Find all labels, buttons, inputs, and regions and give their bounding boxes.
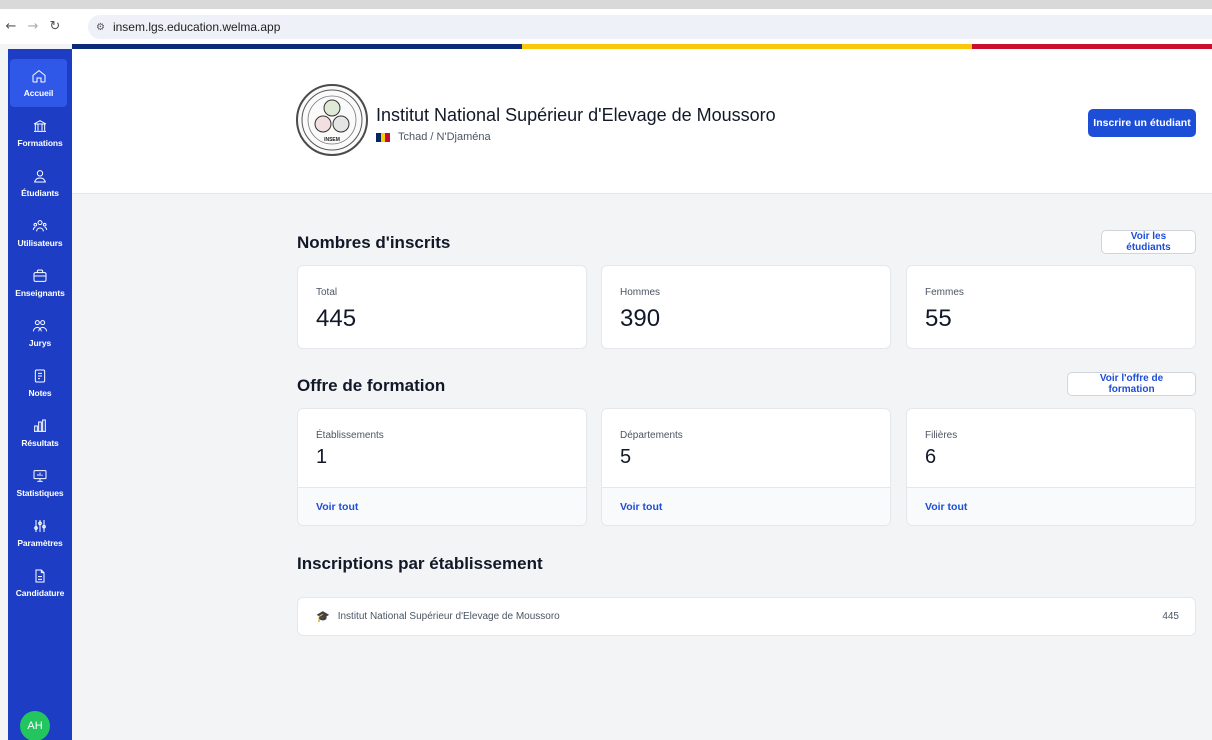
institution-name: Institut National Supérieur d'Elevage de… xyxy=(376,105,776,125)
see-all-link[interactable]: Voir tout xyxy=(907,487,1195,525)
back-icon[interactable]: ← xyxy=(0,19,22,34)
list-item[interactable]: 🎓 Institut National Supérieur d'Elevage … xyxy=(297,597,1196,636)
offer-card-filieres: Filières 6 Voir tout xyxy=(906,408,1196,526)
browser-toolbar: ← → ↻ ⚙ insem.lgs.education.welma.app xyxy=(0,0,1212,44)
sidebar-item-formations[interactable]: Formations xyxy=(8,109,72,157)
institution-logo: INSEM xyxy=(296,84,368,156)
bar-chart-icon xyxy=(34,419,46,432)
sidebar: Accueil Formations Étudiants Utilisateur… xyxy=(8,49,72,740)
inscriptions-par-etablissement-title: Inscriptions par établissement xyxy=(297,554,543,573)
reload-icon[interactable]: ↻ xyxy=(44,19,66,34)
briefcase-icon xyxy=(33,269,47,282)
sidebar-item-etudiants[interactable]: Étudiants xyxy=(8,159,72,207)
inscrits-title: Nombres d'inscrits xyxy=(297,233,451,252)
building-icon xyxy=(33,120,47,132)
chad-flag-icon xyxy=(376,132,391,142)
see-all-link[interactable]: Voir tout xyxy=(298,487,586,525)
sidebar-item-statistiques[interactable]: Statistiques xyxy=(8,459,72,507)
sidebar-item-candidature[interactable]: Candidature xyxy=(8,559,72,607)
logo-text: INSEM xyxy=(324,137,340,143)
sidebar-item-notes[interactable]: Notes xyxy=(8,359,72,407)
register-student-button[interactable]: Inscrire un étudiant xyxy=(1088,109,1196,137)
stat-card-total: Total 445 xyxy=(297,265,587,349)
address-bar[interactable]: ⚙ insem.lgs.education.welma.app xyxy=(88,15,1212,39)
offer-card-departements: Départements 5 Voir tout xyxy=(601,408,891,526)
group-icon xyxy=(32,320,48,332)
sliders-icon xyxy=(34,520,46,532)
establishment-name: Institut National Supérieur d'Elevage de… xyxy=(337,611,560,622)
sidebar-item-resultats[interactable]: Résultats xyxy=(8,409,72,457)
see-all-link[interactable]: Voir tout xyxy=(602,487,890,525)
graduation-cap-icon: 🎓 xyxy=(316,610,330,623)
institution-location: Tchad / N'Djaména xyxy=(376,131,491,143)
presentation-icon xyxy=(33,470,47,482)
forward-icon[interactable]: → xyxy=(22,19,44,34)
sidebar-item-utilisateurs[interactable]: Utilisateurs xyxy=(8,209,72,257)
offre-title: Offre de formation xyxy=(297,376,446,395)
stat-card-femmes: Femmes 55 xyxy=(906,265,1196,349)
sidebar-item-parametres[interactable]: Paramètres xyxy=(8,509,72,557)
document-icon xyxy=(35,569,45,583)
url-text: insem.lgs.education.welma.app xyxy=(112,20,281,34)
sidebar-item-jurys[interactable]: Jurys xyxy=(8,309,72,357)
offer-card-etablissements: Établissements 1 Voir tout xyxy=(297,408,587,526)
sidebar-item-accueil[interactable]: Accueil xyxy=(10,59,67,107)
notes-icon xyxy=(34,369,46,383)
home-icon xyxy=(32,70,45,83)
institution-header: INSEM Institut National Supérieur d'Elev… xyxy=(72,49,1212,194)
sidebar-item-enseignants[interactable]: Enseignants xyxy=(8,259,72,307)
view-students-button[interactable]: Voir les étudiants xyxy=(1101,230,1196,254)
stat-card-hommes: Hommes 390 xyxy=(601,265,891,349)
site-settings-icon[interactable]: ⚙ xyxy=(96,22,105,33)
users-icon xyxy=(32,220,48,232)
avatar[interactable]: AH xyxy=(20,711,50,740)
view-training-offer-button[interactable]: Voir l'offre de formation xyxy=(1067,372,1196,396)
establishment-count: 445 xyxy=(1162,611,1179,622)
user-icon xyxy=(34,170,46,183)
